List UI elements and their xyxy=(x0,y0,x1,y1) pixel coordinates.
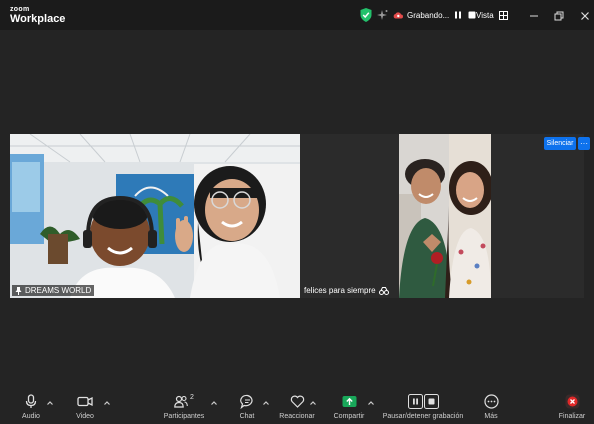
participant-label-second: felices para siempre xyxy=(304,286,389,295)
video-label: Video xyxy=(76,413,94,420)
video-button[interactable]: Video xyxy=(72,394,98,420)
title-bar: zoom Workplace Grabando... Vista xyxy=(0,0,594,30)
logo-small-text: zoom xyxy=(10,6,30,13)
participants-icon xyxy=(174,395,188,408)
participant-name-main: DREAMS WORLD xyxy=(25,286,92,295)
chevron-up-icon[interactable] xyxy=(210,399,218,407)
chevron-up-icon[interactable] xyxy=(46,399,54,407)
logo-big-text: Workplace xyxy=(10,13,66,25)
camera-icon xyxy=(77,396,93,407)
meeting-toolbar: Audio Video 2 Participantes Chat Reaccio… xyxy=(0,394,594,424)
share-button[interactable]: Compartir xyxy=(333,394,365,420)
more-options-button[interactable]: ··· xyxy=(578,137,590,150)
chevron-up-icon[interactable] xyxy=(103,399,111,407)
more-button[interactable]: Más xyxy=(477,394,505,420)
stop-icon xyxy=(423,394,439,409)
participant-name-second: felices para siempre xyxy=(304,286,376,295)
recording-indicator: Grabando... xyxy=(393,8,477,22)
participants-label: Participantes xyxy=(163,413,205,420)
chevron-up-icon[interactable] xyxy=(367,399,375,407)
recording-label: Grabando... xyxy=(407,10,450,20)
video-stage: DREAMS WORLD xyxy=(10,134,584,298)
grid-icon xyxy=(498,10,508,20)
restore-icon[interactable] xyxy=(553,9,565,21)
binoculars-icon xyxy=(378,286,389,295)
recording-controls-label: Pausar/detener grabación xyxy=(382,413,464,420)
audio-label: Audio xyxy=(22,413,40,420)
end-label: Finalizar xyxy=(558,413,586,420)
end-meeting-button[interactable]: Finalizar xyxy=(556,394,588,420)
participants-count: 2 xyxy=(190,394,194,401)
participants-button[interactable]: 2 Participantes xyxy=(161,394,207,420)
recording-controls-button[interactable]: Pausar/detener grabación xyxy=(381,394,465,420)
chat-label: Chat xyxy=(239,413,255,420)
react-button[interactable]: Reaccionar xyxy=(279,394,315,420)
video-tile-main[interactable]: DREAMS WORLD xyxy=(10,134,300,298)
more-label: Más xyxy=(484,413,498,420)
ai-sparkle-icon[interactable] xyxy=(377,8,388,22)
mute-participant-button[interactable]: Silenciar xyxy=(544,137,576,150)
minimize-icon[interactable] xyxy=(528,9,540,21)
share-icon xyxy=(342,396,356,407)
share-label: Compartir xyxy=(333,413,365,420)
video-feed-second xyxy=(399,134,491,298)
more-icon xyxy=(483,394,499,409)
close-icon[interactable] xyxy=(579,9,591,21)
cloud-record-icon xyxy=(393,12,403,19)
video-tile-second[interactable] xyxy=(399,134,491,298)
pin-icon xyxy=(15,286,22,295)
participant-label-main: DREAMS WORLD xyxy=(12,285,95,296)
audio-button[interactable]: Audio xyxy=(18,394,44,420)
shield-icon[interactable] xyxy=(360,8,372,22)
video-feed-main xyxy=(10,134,300,298)
microphone-icon xyxy=(25,394,37,408)
zoom-logo: zoom Workplace xyxy=(10,6,65,25)
chevron-up-icon[interactable] xyxy=(262,399,270,407)
end-icon xyxy=(565,394,579,409)
view-label: Vista xyxy=(476,10,494,20)
react-label: Reaccionar xyxy=(279,413,315,420)
pause-icon[interactable] xyxy=(453,10,463,20)
heart-icon xyxy=(290,395,304,408)
chat-icon xyxy=(239,394,253,409)
pause-icon xyxy=(407,394,423,409)
chevron-up-icon[interactable] xyxy=(309,399,317,407)
chat-button[interactable]: Chat xyxy=(236,394,258,420)
view-button[interactable]: Vista xyxy=(476,8,508,22)
